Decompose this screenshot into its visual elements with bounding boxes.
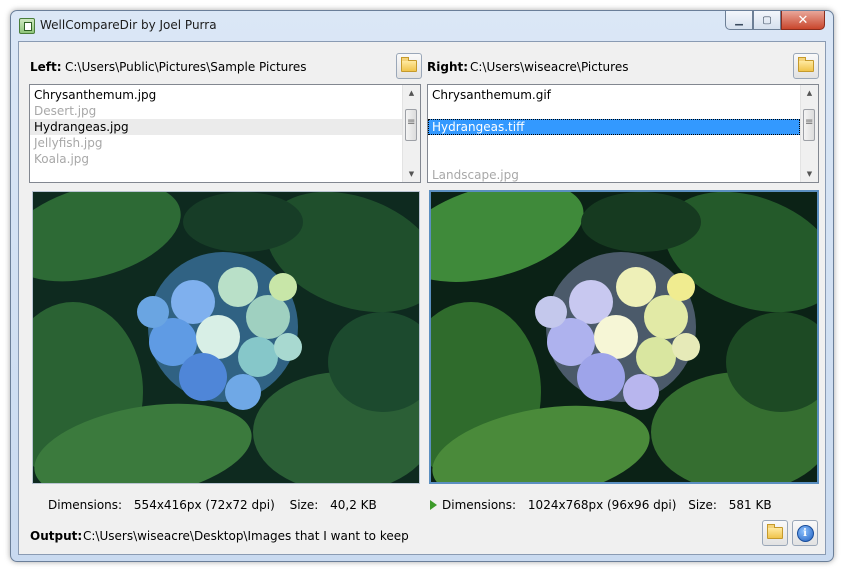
scroll-down-icon[interactable]: ▼ (403, 166, 420, 182)
title-bar[interactable]: WellCompareDir by Joel Purra ▁ ▢ ✕ (11, 11, 833, 41)
scroll-up-icon[interactable]: ▲ (801, 85, 818, 101)
folder-icon (401, 57, 417, 72)
right-label: Right: (427, 60, 469, 74)
left-image-preview[interactable] (32, 191, 420, 484)
scroll-up-icon[interactable]: ▲ (403, 85, 420, 101)
left-image-info: Dimensions: 554x416px (72x72 dpi) Size: … (48, 498, 377, 512)
output-browse-button[interactable] (762, 520, 788, 546)
list-item-selected[interactable]: Hydrangeas.tiff (428, 119, 800, 135)
list-item[interactable]: Hydrangeas.jpg (30, 119, 403, 135)
window-controls: ▁ ▢ ✕ (725, 11, 825, 31)
window-title: WellCompareDir by Joel Purra (40, 18, 217, 32)
about-button[interactable]: i (792, 520, 818, 546)
size-value: 40,2 KB (330, 498, 377, 512)
scroll-thumb[interactable] (803, 109, 815, 141)
list-item[interactable]: Chrysanthemum.jpg (30, 87, 420, 103)
right-image-preview[interactable] (429, 190, 819, 484)
right-image-info: Dimensions: 1024x768px (96x96 dpi) Size:… (430, 498, 772, 512)
list-item[interactable]: Chrysanthemum.gif (428, 87, 818, 103)
hydrangea-image (431, 192, 817, 482)
list-item (428, 103, 818, 119)
list-item[interactable]: Jellyfish.jpg (30, 135, 420, 151)
right-path: C:\Users\wiseacre\Pictures (470, 60, 629, 74)
left-file-list[interactable]: Chrysanthemum.jpg Desert.jpg Hydrangeas.… (29, 84, 421, 183)
right-file-list[interactable]: Chrysanthemum.gif Hydrangeas.tiff Landsc… (427, 84, 819, 183)
dimensions-value: 554x416px (72x72 dpi) (133, 498, 275, 512)
left-label: Left: (30, 60, 62, 74)
size-label: Size: (289, 498, 319, 512)
dimensions-label: Dimensions: (442, 498, 517, 512)
folder-icon (798, 57, 814, 72)
close-button[interactable]: ✕ (781, 11, 825, 30)
list-item[interactable]: Koala.jpg (30, 151, 420, 167)
output-path: C:\Users\wiseacre\Desktop\Images that I … (83, 529, 409, 543)
list-item (428, 135, 818, 151)
list-item (428, 151, 818, 167)
scroll-thumb[interactable] (405, 109, 417, 141)
right-list-scrollbar[interactable]: ▲ ▼ (800, 85, 818, 182)
right-browse-button[interactable] (793, 53, 819, 79)
output-label: Output: (30, 529, 83, 543)
minimize-icon: ▁ (735, 14, 743, 26)
dimensions-value: 1024x768px (96x96 dpi) (527, 498, 677, 512)
size-value: 581 KB (728, 498, 772, 512)
minimize-button[interactable]: ▁ (725, 11, 753, 30)
maximize-button[interactable]: ▢ (753, 11, 781, 30)
info-icon: i (796, 524, 814, 542)
main-panel: Left: C:\Users\Public\Pictures\Sample Pi… (18, 41, 826, 555)
hydrangea-image (33, 192, 419, 483)
left-path: C:\Users\Public\Pictures\Sample Pictures (65, 60, 307, 74)
left-browse-button[interactable] (396, 53, 422, 79)
dimensions-label: Dimensions: (48, 498, 123, 512)
maximize-icon: ▢ (762, 14, 772, 26)
folder-icon (767, 524, 783, 539)
app-icon (19, 18, 35, 34)
size-label: Size: (688, 498, 717, 512)
list-item[interactable]: Desert.jpg (30, 103, 420, 119)
scroll-down-icon[interactable]: ▼ (801, 166, 818, 182)
left-list-scrollbar[interactable]: ▲ ▼ (402, 85, 420, 182)
list-item[interactable]: Landscape.jpg (428, 167, 818, 182)
close-icon: ✕ (797, 12, 809, 28)
arrow-right-icon (430, 500, 437, 510)
app-window: WellCompareDir by Joel Purra ▁ ▢ ✕ Left:… (10, 10, 834, 562)
